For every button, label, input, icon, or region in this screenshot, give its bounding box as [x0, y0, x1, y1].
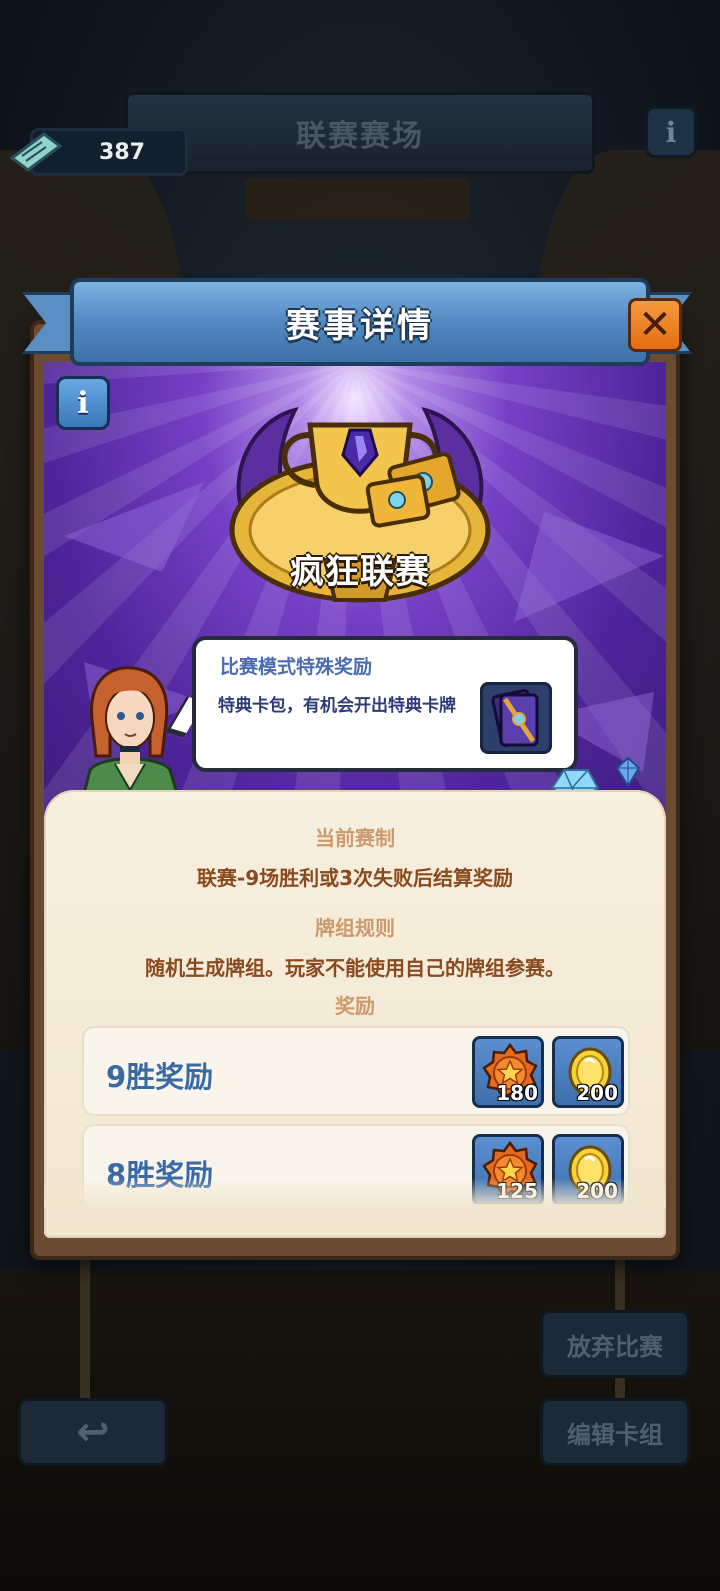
- list-fade: [44, 1178, 666, 1208]
- edit-deck-button[interactable]: 编辑卡组: [540, 1398, 690, 1466]
- rewards-list[interactable]: 9胜奖励 180 200 8胜奖励 125: [44, 1020, 666, 1204]
- info-button[interactable]: i: [56, 376, 110, 430]
- event-name: 疯狂联赛: [290, 552, 430, 592]
- ticket-icon: [9, 132, 63, 172]
- deck-rules-text: 随机生成牌组。玩家不能使用自己的牌组参赛。: [145, 956, 565, 980]
- deck-rules-heading: 牌组规则: [315, 916, 395, 940]
- card-pack-icon: [491, 689, 539, 747]
- ticket-count: 387: [99, 139, 145, 165]
- format-heading: 当前赛制: [315, 826, 395, 850]
- page-title: 联赛赛场: [296, 119, 424, 154]
- reward-amount: 180: [496, 1081, 538, 1105]
- reward-amount: 200: [576, 1081, 618, 1105]
- bubble-text: 特典卡包，有机会开出特典卡牌: [218, 696, 456, 716]
- reward-row-9-wins: 9胜奖励 180 200: [82, 1026, 630, 1116]
- close-icon: ✕: [638, 302, 672, 348]
- modal-title: 赛事详情: [286, 305, 434, 346]
- rewards-heading: 奖励: [335, 994, 375, 1018]
- star-medal-reward[interactable]: 180: [472, 1036, 544, 1108]
- gold-coin-reward[interactable]: 200: [552, 1036, 624, 1108]
- top-info-button[interactable]: i: [645, 106, 697, 158]
- crystal-gem-icon: [615, 756, 641, 788]
- format-text: 联赛-9场胜利或3次失败后结算奖励: [196, 866, 514, 890]
- reward-label: 9胜奖励: [106, 1060, 214, 1094]
- bubble-title: 比赛模式特殊奖励: [220, 656, 373, 678]
- top-subbanner: [245, 178, 470, 220]
- back-button[interactable]: ↩: [18, 1398, 168, 1466]
- modal-title-ribbon: 赛事详情: [70, 278, 650, 366]
- pole-left: [80, 1250, 90, 1410]
- back-arrow-icon: ↩: [76, 1409, 110, 1455]
- special-card-pack-icon[interactable]: [480, 682, 552, 754]
- close-button[interactable]: ✕: [628, 298, 682, 352]
- abandon-match-button[interactable]: 放弃比赛: [540, 1310, 690, 1378]
- top-title-banner: 联赛赛场: [125, 92, 595, 174]
- host-character-portrait: [78, 666, 184, 810]
